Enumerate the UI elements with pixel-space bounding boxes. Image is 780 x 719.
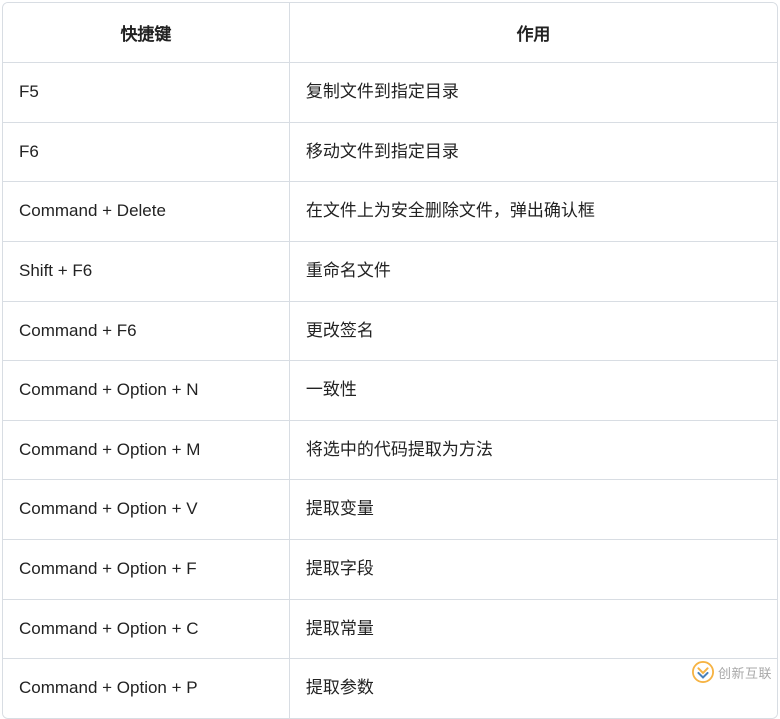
header-action: 作用: [289, 3, 777, 63]
cell-shortcut: Command + Option + N: [3, 361, 289, 421]
cell-action: 提取字段: [289, 540, 777, 600]
cell-shortcut: Command + Option + F: [3, 540, 289, 600]
table-row: Command + Option + N 一致性: [3, 361, 777, 421]
cell-action: 在文件上为安全删除文件，弹出确认框: [289, 182, 777, 242]
cell-action: 复制文件到指定目录: [289, 63, 777, 123]
cell-action: 提取常量: [289, 599, 777, 659]
watermark-logo-icon: [692, 661, 714, 683]
cell-action: 移动文件到指定目录: [289, 122, 777, 182]
shortcuts-table-container: 快捷键 作用 F5 复制文件到指定目录 F6 移动文件到指定目录 Command…: [2, 2, 778, 719]
cell-action: 提取变量: [289, 480, 777, 540]
cell-shortcut: Command + Delete: [3, 182, 289, 242]
table-row: Command + Delete 在文件上为安全删除文件，弹出确认框: [3, 182, 777, 242]
cell-shortcut: Command + F6: [3, 301, 289, 361]
watermark-text: 创新互联: [718, 663, 772, 682]
table-row: F5 复制文件到指定目录: [3, 63, 777, 123]
cell-shortcut: Command + Option + M: [3, 420, 289, 480]
cell-shortcut: F5: [3, 63, 289, 123]
table-row: Command + Option + F 提取字段: [3, 540, 777, 600]
cell-action: 重命名文件: [289, 241, 777, 301]
table-row: Command + Option + M 将选中的代码提取为方法: [3, 420, 777, 480]
cell-shortcut: Command + Option + V: [3, 480, 289, 540]
shortcuts-table: 快捷键 作用 F5 复制文件到指定目录 F6 移动文件到指定目录 Command…: [3, 3, 777, 718]
cell-action: 将选中的代码提取为方法: [289, 420, 777, 480]
table-row: Command + Option + C 提取常量: [3, 599, 777, 659]
cell-shortcut: Command + Option + C: [3, 599, 289, 659]
table-row: Command + F6 更改签名: [3, 301, 777, 361]
cell-shortcut: Shift + F6: [3, 241, 289, 301]
header-shortcut: 快捷键: [3, 3, 289, 63]
table-row: Shift + F6 重命名文件: [3, 241, 777, 301]
watermark: 创新互联: [692, 661, 772, 683]
table-row: F6 移动文件到指定目录: [3, 122, 777, 182]
cell-action: 更改签名: [289, 301, 777, 361]
cell-shortcut: F6: [3, 122, 289, 182]
table-row: Command + Option + V 提取变量: [3, 480, 777, 540]
table-row: Command + Option + P 提取参数: [3, 659, 777, 718]
cell-action: 一致性: [289, 361, 777, 421]
cell-shortcut: Command + Option + P: [3, 659, 289, 718]
table-header-row: 快捷键 作用: [3, 3, 777, 63]
